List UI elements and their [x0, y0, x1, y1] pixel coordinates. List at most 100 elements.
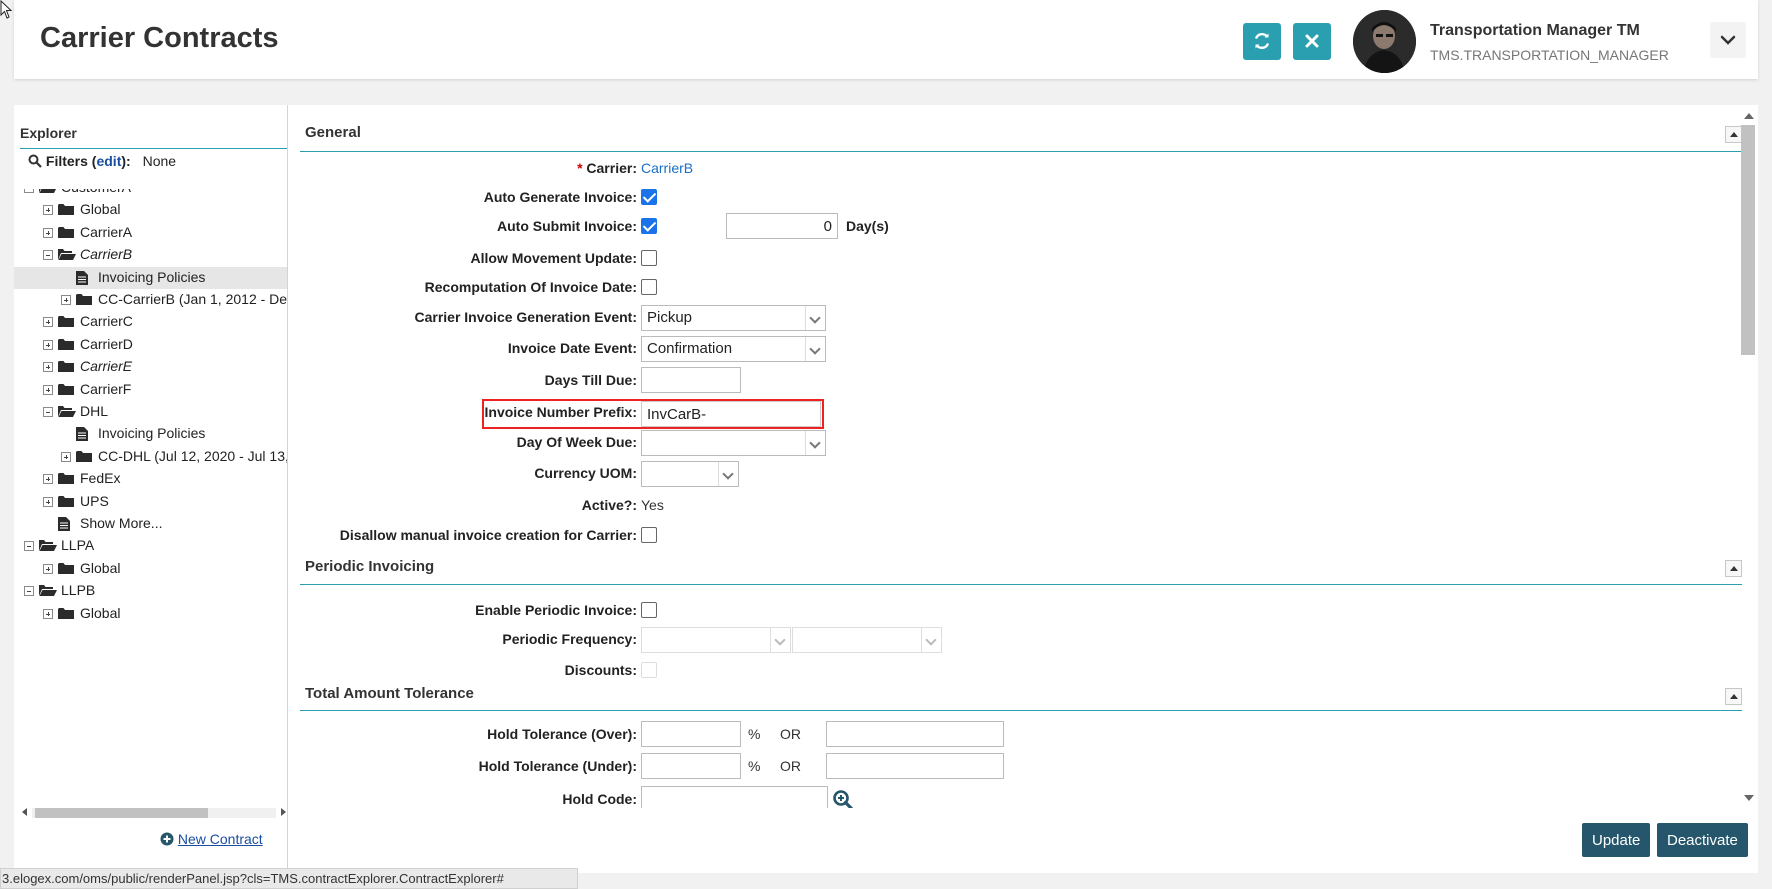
collapse-icon[interactable]: [24, 189, 34, 193]
discounts-checkbox[interactable]: [641, 662, 657, 678]
hold-under-label: Hold Tolerance (Under):: [478, 758, 637, 774]
scroll-up-icon[interactable]: [1744, 113, 1754, 119]
scroll-right-icon: [281, 808, 286, 816]
folder-icon: [75, 292, 93, 310]
currency-uom-select[interactable]: [641, 461, 739, 487]
tree-item[interactable]: UPS: [14, 491, 287, 513]
folder-icon: [57, 606, 75, 624]
folder-open-icon: [38, 538, 58, 556]
tree-item[interactable]: LLPB: [14, 580, 287, 602]
periodic-section-title: Periodic Invoicing: [305, 558, 435, 575]
collapse-icon[interactable]: [24, 586, 34, 597]
tree-item[interactable]: Global: [14, 558, 287, 580]
close-button[interactable]: [1293, 23, 1331, 60]
day-of-week-due-select[interactable]: [641, 430, 826, 456]
tree-item[interactable]: CustomerA: [14, 189, 287, 199]
user-role: TMS.TRANSPORTATION_MANAGER: [1430, 47, 1669, 63]
auto-submit-checkbox[interactable]: [641, 218, 657, 234]
tree-item[interactable]: CarrierE: [14, 356, 287, 378]
tree-item[interactable]: CarrierC: [14, 311, 287, 333]
expand-icon[interactable]: [43, 608, 53, 619]
tree-item-label: CC-CarrierB (Jan 1, 2012 - Dec: [98, 291, 287, 307]
update-button[interactable]: Update: [1582, 823, 1651, 857]
tree-item[interactable]: LLPA: [14, 535, 287, 557]
hold-over-percent-input[interactable]: [641, 721, 741, 747]
days-till-due-input[interactable]: [641, 367, 741, 393]
collapse-icon[interactable]: [43, 250, 53, 261]
days-unit-label: Day(s): [846, 218, 889, 234]
tree-item[interactable]: CarrierA: [14, 222, 287, 244]
expand-icon[interactable]: [43, 339, 53, 350]
filters-edit-link[interactable]: edit: [96, 153, 121, 169]
explorer-scroll-thumb[interactable]: [35, 808, 208, 818]
user-menu-button[interactable]: [1710, 22, 1746, 58]
mouse-cursor-icon: [0, 0, 13, 19]
collapse-icon[interactable]: [43, 407, 53, 417]
tree-item-label: LLPA: [61, 537, 95, 554]
tree-item[interactable]: Show More...: [14, 513, 287, 535]
periodic-frequency-select-2[interactable]: [792, 627, 942, 653]
tolerance-divider: [300, 710, 1742, 711]
tree-item[interactable]: DHL: [14, 401, 287, 423]
browser-status-bar: 3.elogex.com/oms/public/renderPanel.jsp?…: [0, 868, 578, 889]
folder-icon: [57, 225, 75, 243]
folder-open-icon: [57, 404, 77, 422]
tree-item[interactable]: Global: [14, 603, 287, 625]
explorer-horizontal-scrollbar[interactable]: [20, 804, 288, 820]
expand-icon[interactable]: [43, 362, 53, 373]
collapse-icon[interactable]: [24, 541, 34, 552]
tree-item[interactable]: FedEx: [14, 468, 287, 490]
scroll-down-icon[interactable]: [1744, 795, 1754, 801]
invoice-date-event-select[interactable]: Confirmation: [641, 336, 826, 362]
form-vertical-scrollbar[interactable]: [1740, 105, 1758, 808]
hold-under-amount-input[interactable]: [826, 753, 1004, 779]
tree-item[interactable]: CarrierD: [14, 334, 287, 356]
hold-code-input[interactable]: [641, 786, 828, 808]
form-scroll-thumb[interactable]: [1741, 125, 1755, 355]
user-name: Transportation Manager TM: [1430, 22, 1640, 39]
expand-icon[interactable]: [43, 205, 53, 216]
tree-item[interactable]: Invoicing Policies: [14, 423, 287, 445]
zoom-search-icon[interactable]: [832, 789, 854, 808]
invoice-prefix-input[interactable]: [641, 401, 821, 427]
auto-generate-checkbox[interactable]: [641, 189, 657, 205]
expand-icon[interactable]: [43, 496, 53, 507]
allow-movement-checkbox[interactable]: [641, 250, 657, 266]
refresh-button[interactable]: [1243, 23, 1281, 60]
tree-item[interactable]: CC-CarrierB (Jan 1, 2012 - Dec: [14, 289, 287, 311]
main-panel: Explorer Filters (edit): None CustomerA G…: [14, 105, 1758, 873]
expand-icon[interactable]: [61, 451, 71, 462]
expand-icon[interactable]: [43, 563, 53, 574]
tree-item[interactable]: CarrierF: [14, 379, 287, 401]
generation-event-select[interactable]: Pickup: [641, 305, 826, 331]
deactivate-button[interactable]: Deactivate: [1657, 823, 1748, 857]
carrier-value-link[interactable]: CarrierB: [641, 160, 693, 176]
recomputation-checkbox[interactable]: [641, 279, 657, 295]
expand-icon[interactable]: [43, 317, 53, 328]
folder-icon: [57, 471, 75, 489]
tree-item[interactable]: CarrierB: [14, 244, 287, 266]
explorer-panel: Explorer Filters (edit): None CustomerA G…: [14, 105, 288, 873]
enable-periodic-checkbox[interactable]: [641, 602, 657, 618]
active-label: Active?:: [581, 497, 637, 513]
hold-over-amount-input[interactable]: [826, 721, 1004, 747]
folder-open-icon: [38, 583, 58, 601]
periodic-frequency-select-1[interactable]: [641, 627, 791, 653]
explorer-title: Explorer: [20, 125, 77, 141]
auto-submit-days-input[interactable]: [726, 213, 838, 239]
tree-item[interactable]: CC-DHL (Jul 12, 2020 - Jul 13, 2: [14, 446, 287, 468]
hold-under-percent-input[interactable]: [641, 753, 741, 779]
expand-icon[interactable]: [43, 384, 53, 395]
new-contract-label[interactable]: New Contract: [178, 831, 263, 847]
expand-icon[interactable]: [61, 295, 71, 305]
hold-over-label: Hold Tolerance (Over):: [487, 726, 637, 742]
expand-icon[interactable]: [43, 474, 53, 485]
tree-item[interactable]: Invoicing Policies: [14, 266, 287, 289]
recomputation-label: Recomputation Of Invoice Date:: [424, 279, 637, 295]
expand-icon[interactable]: [43, 227, 53, 238]
filters-value: None: [142, 153, 177, 169]
tree-item-label: CarrierD: [80, 335, 133, 352]
disallow-manual-checkbox[interactable]: [641, 527, 657, 543]
tree-item[interactable]: Global: [14, 199, 287, 221]
new-contract-link[interactable]: New Contract: [160, 831, 263, 847]
